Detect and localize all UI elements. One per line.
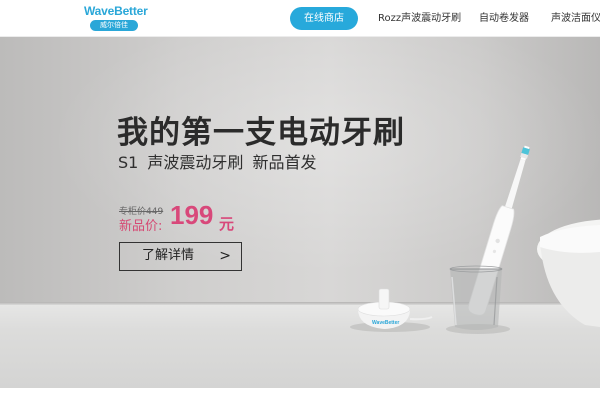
new-price-value: 199 <box>170 200 214 230</box>
logo-text: WaveBetter <box>84 4 148 18</box>
charger-logo-text: WaveBetter <box>372 320 399 326</box>
top-header: WaveBetter 威尔倍佳 在线商店 Rozz声波震动牙刷 自动卷发器 声波… <box>0 0 600 37</box>
nav-item-face-cleanser[interactable]: 声波洁面仪 <box>551 7 600 30</box>
glass-cup-image <box>449 265 503 330</box>
learn-more-label: 了解详情 <box>142 248 195 263</box>
chevron-right-icon: > <box>219 248 231 264</box>
learn-more-button[interactable]: 了解详情 > <box>119 242 242 271</box>
nav-online-store[interactable]: 在线商店 <box>290 7 358 30</box>
hero-title: 我的第一支电动牙刷 <box>117 115 405 151</box>
page-bottom-strip <box>0 388 600 400</box>
nav-item-toothbrush[interactable]: Rozz声波震动牙刷 <box>378 7 461 30</box>
hero-subtitle: S1 声波震动牙刷 新品首发 <box>118 153 317 172</box>
logo-subtitle: 威尔倍佳 <box>90 20 138 31</box>
basin-image <box>537 219 600 327</box>
product-illustration: WaveBetter <box>350 145 600 334</box>
nav-item-curler[interactable]: 自动卷发器 <box>479 7 529 30</box>
charger-base-image: WaveBetter <box>357 288 433 329</box>
brand-logo[interactable]: WaveBetter 威尔倍佳 <box>84 4 148 32</box>
new-price-unit: 元 <box>219 215 235 233</box>
new-price-label: 新品价: <box>119 219 163 234</box>
hero-banner[interactable]: WaveBetter 我的第一支电动牙刷 S1 声波震动牙刷 新品首发 专柜价4… <box>0 37 600 388</box>
